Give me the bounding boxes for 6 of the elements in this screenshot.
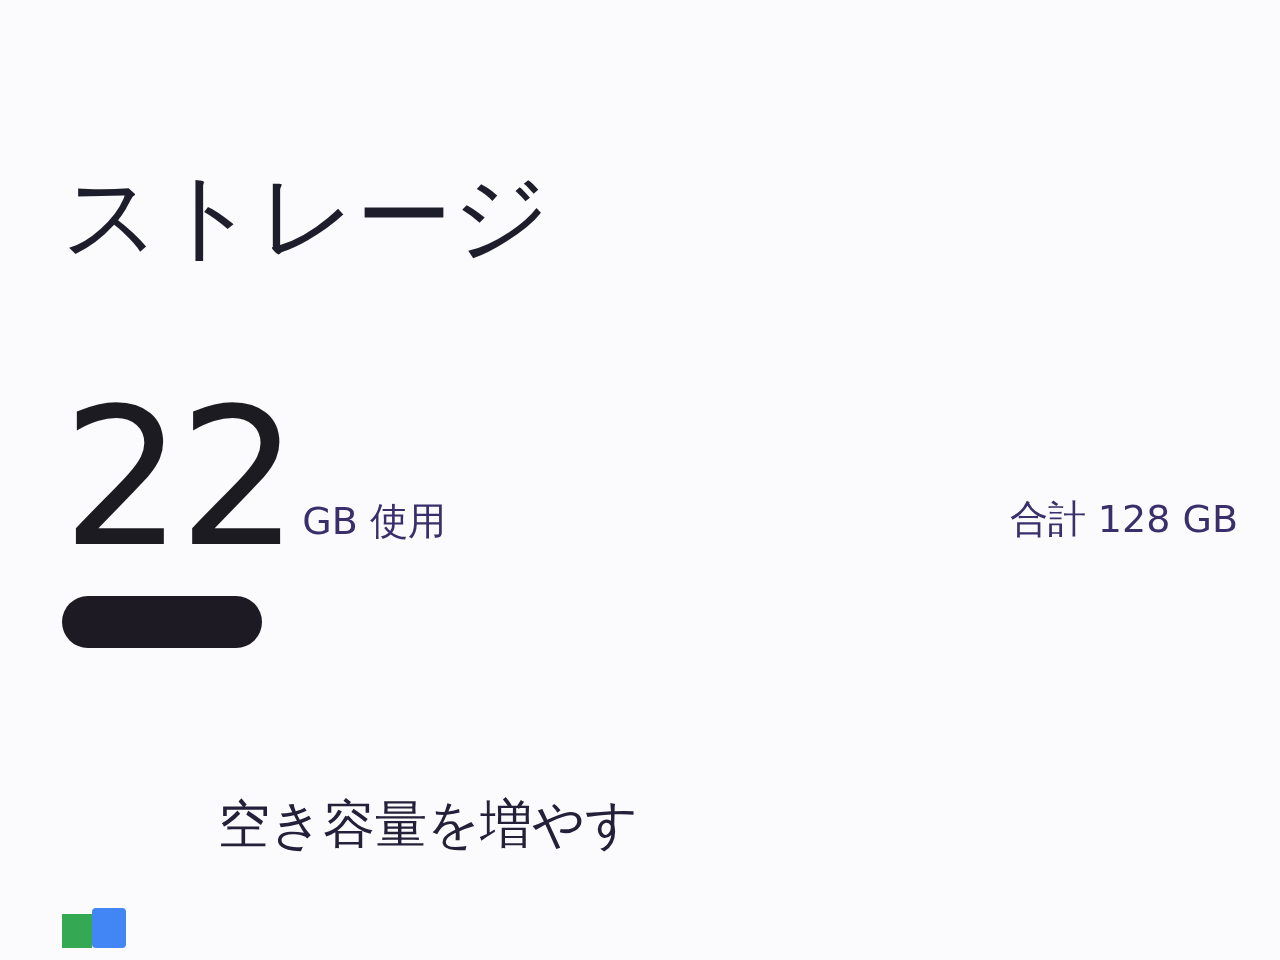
page-title: ストレージ [62, 168, 550, 264]
used-unit: GB 使用 [302, 498, 446, 545]
used-amount: 22 [62, 384, 295, 574]
total-capacity: 合計 128 GB [1009, 496, 1238, 543]
free-up-space-button[interactable]: 空き容量を増やす [218, 798, 638, 850]
app-icon [62, 908, 126, 948]
